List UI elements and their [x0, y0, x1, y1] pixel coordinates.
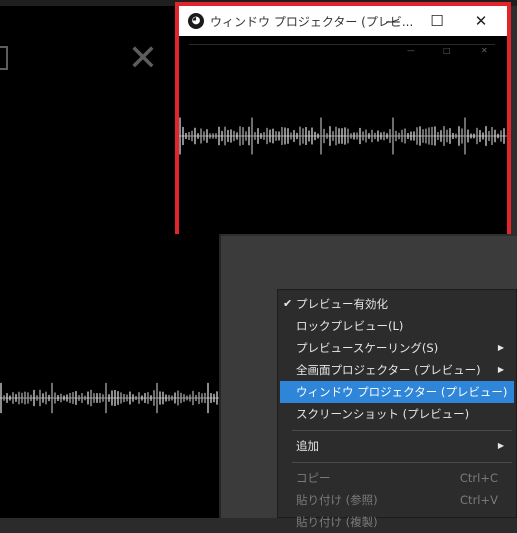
- menu-item-window-projector[interactable]: ウィンドウ プロジェクター (プレビュー): [280, 381, 514, 403]
- nested-minimize-icon: —: [407, 46, 415, 55]
- menu-separator: [292, 462, 512, 463]
- submenu-arrow-icon: ▶: [497, 441, 504, 450]
- submenu-arrow-icon: ▶: [497, 365, 504, 374]
- context-menu: ✔ プレビュー有効化 ロックプレビュー(L) プレビュースケーリング(S) ▶ …: [277, 289, 517, 529]
- menu-item-paste-reference[interactable]: 貼り付け (参照) Ctrl+V: [280, 489, 514, 511]
- menu-item-label: 追加: [296, 439, 319, 453]
- menu-item-label: 全画面プロジェクター (プレビュー): [296, 363, 481, 377]
- menu-item-enable-preview[interactable]: ✔ プレビュー有効化: [280, 293, 514, 315]
- projector-titlebar[interactable]: ◕ ウィンドウ プロジェクター (プレビ... — ☐ ✕: [179, 6, 507, 36]
- obs-logo-icon: ◕: [188, 13, 204, 29]
- menu-item-preview-scaling[interactable]: プレビュースケーリング(S) ▶: [280, 337, 514, 359]
- projector-content: — □ ✕: [179, 36, 507, 234]
- menu-item-label: プレビュー有効化: [296, 297, 388, 311]
- audio-waveform: [0, 382, 219, 414]
- menu-item-fullscreen-projector[interactable]: 全画面プロジェクター (プレビュー) ▶: [280, 359, 514, 381]
- checkmark-icon: ✔: [283, 297, 293, 310]
- close-button[interactable]: ✕: [461, 6, 501, 36]
- menu-item-label: コピー: [296, 471, 331, 485]
- menu-item-label: ロックプレビュー(L): [296, 319, 404, 333]
- background-maximize-icon: [0, 46, 8, 70]
- menu-item-lock-preview[interactable]: ロックプレビュー(L): [280, 315, 514, 337]
- menu-item-label: 貼り付け (複製): [296, 515, 378, 529]
- menu-item-label: 貼り付け (参照): [296, 493, 378, 507]
- menu-shortcut: Ctrl+V: [460, 493, 498, 507]
- nested-close-icon: ✕: [481, 46, 488, 55]
- maximize-button[interactable]: ☐: [417, 6, 457, 36]
- menu-item-copy[interactable]: コピー Ctrl+C: [280, 467, 514, 489]
- menu-item-label: プレビュースケーリング(S): [296, 341, 439, 355]
- nested-maximize-icon: □: [443, 46, 451, 55]
- nested-titlebar-line: [189, 44, 495, 45]
- menu-item-paste-duplicate[interactable]: 貼り付け (複製): [280, 511, 514, 533]
- menu-item-label: スクリーンショット (プレビュー): [296, 407, 470, 421]
- window-projector[interactable]: ◕ ウィンドウ プロジェクター (プレビ... — ☐ ✕ — □ ✕: [175, 2, 511, 234]
- submenu-arrow-icon: ▶: [497, 343, 504, 352]
- menu-shortcut: Ctrl+C: [459, 471, 498, 485]
- projector-audio-waveform: [179, 117, 507, 155]
- menu-item-label: ウィンドウ プロジェクター (プレビュー): [296, 385, 508, 399]
- menu-item-screenshot[interactable]: スクリーンショット (プレビュー): [280, 403, 514, 425]
- background-close-icon: ✕: [127, 38, 159, 79]
- menu-item-add[interactable]: 追加 ▶: [280, 435, 514, 457]
- menu-separator: [292, 430, 512, 431]
- minimize-button[interactable]: —: [373, 6, 413, 36]
